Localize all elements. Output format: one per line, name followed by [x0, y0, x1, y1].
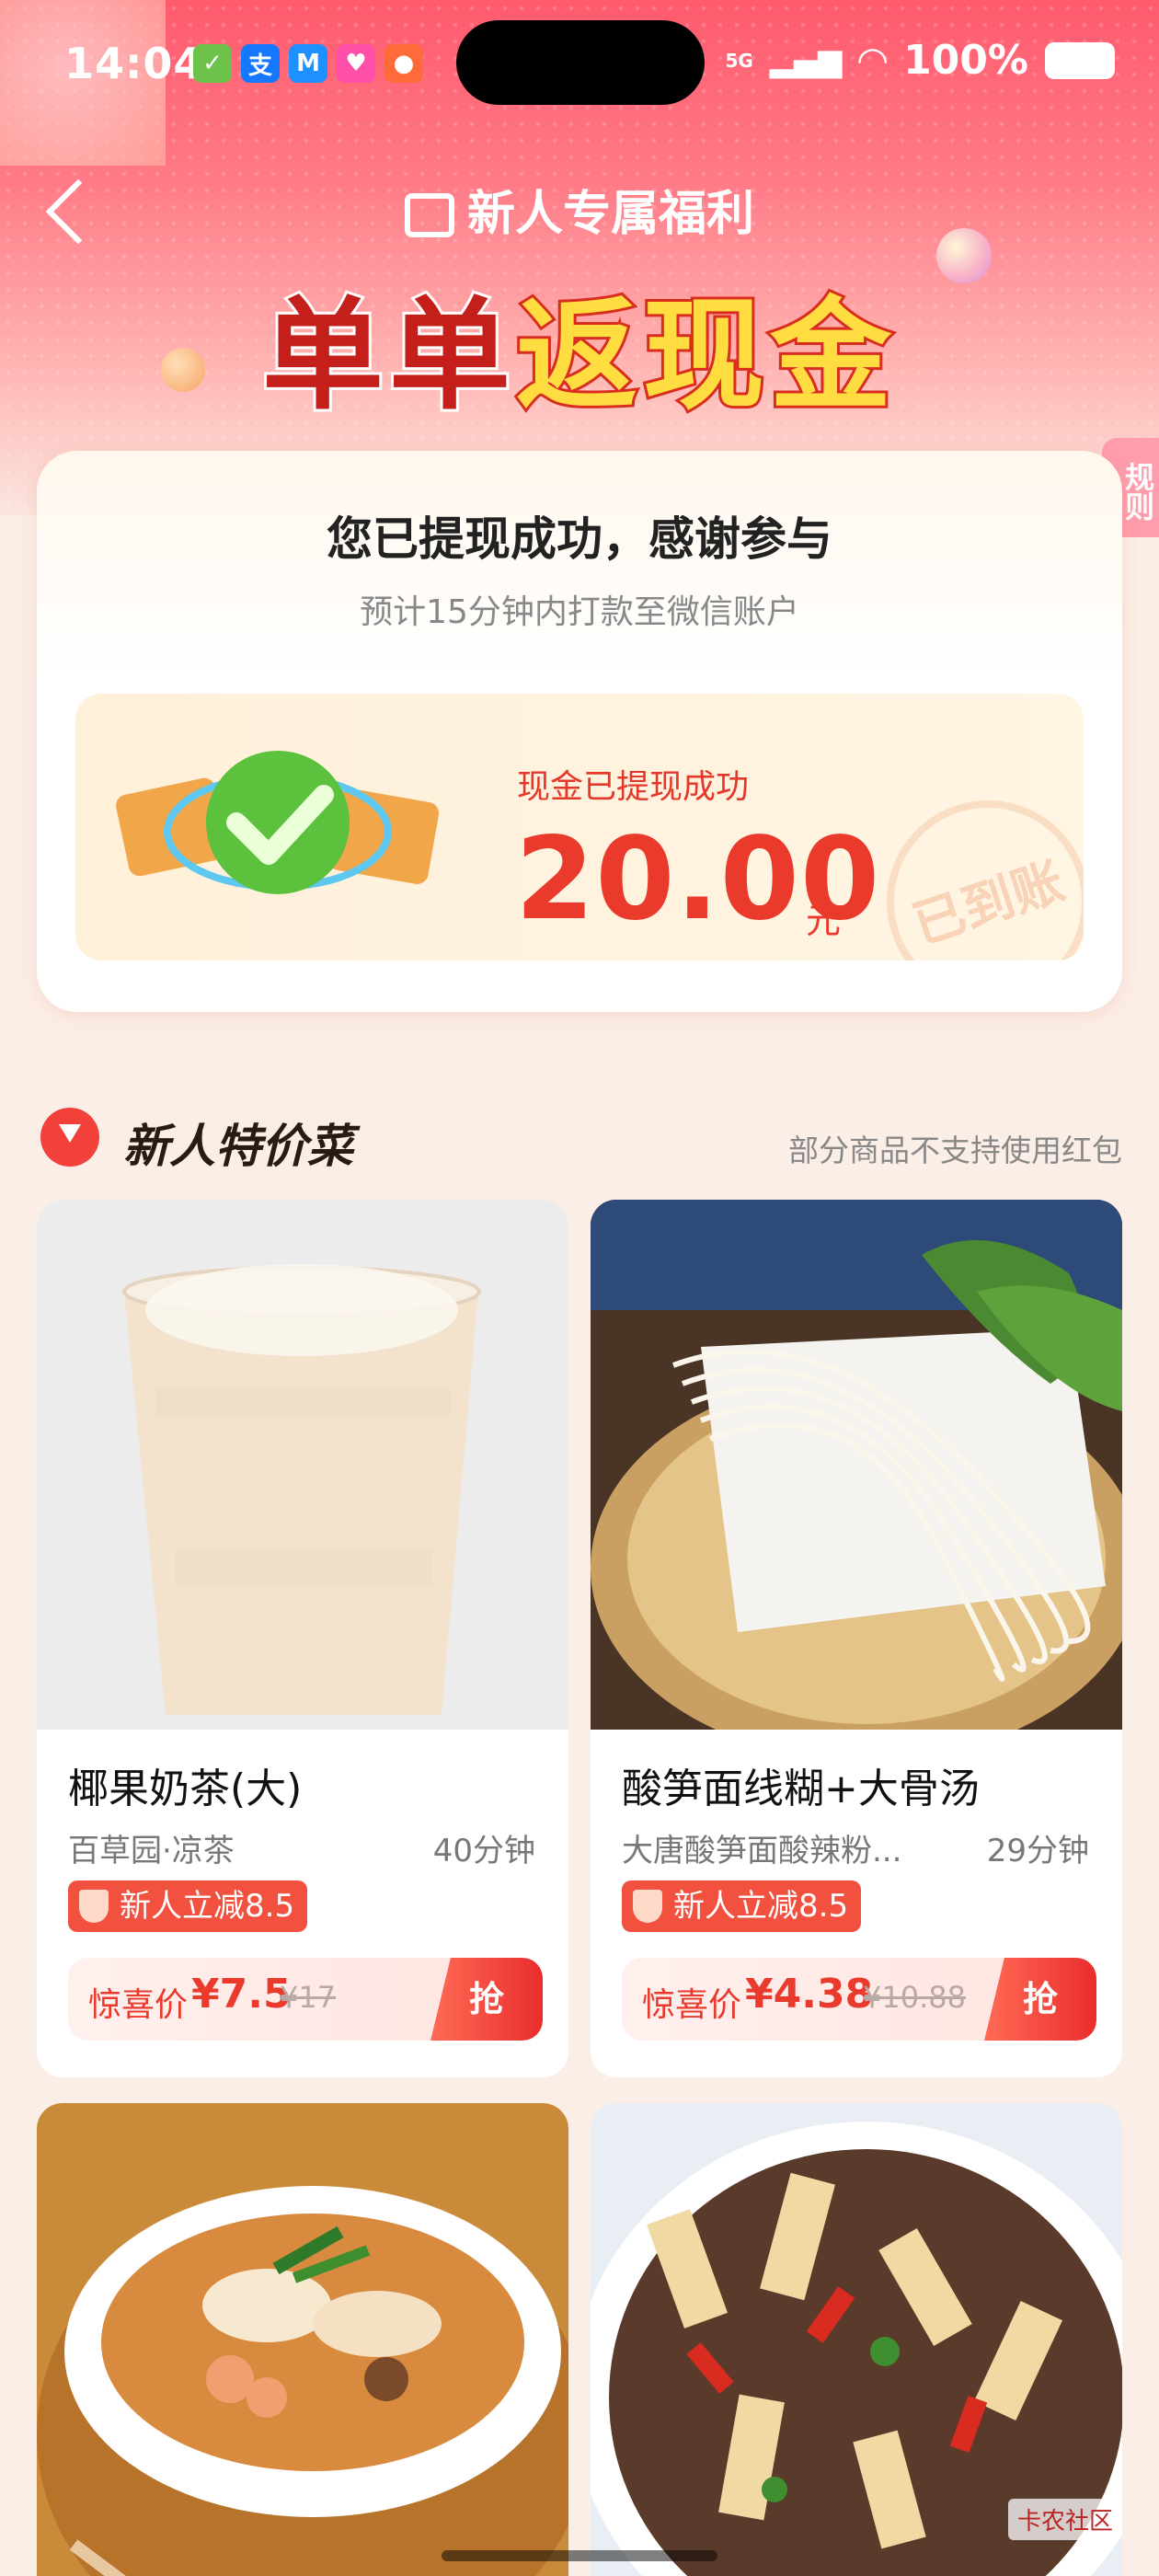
price-label: 惊喜价	[642, 1986, 742, 2024]
wifi-icon: ◠	[858, 39, 888, 82]
battery-icon	[1045, 41, 1115, 79]
badge-icon	[79, 1890, 109, 1923]
cash-label: 现金已提现成功	[517, 768, 750, 806]
price-bar: 惊喜价 ¥4.38 ¥10.88 抢	[622, 1958, 1096, 2041]
product-name: 酸笋面线糊+大骨汤	[622, 1765, 980, 1812]
section-note: 部分商品不支持使用红包	[788, 1133, 1122, 1168]
price-original: ¥10.88	[863, 1980, 966, 2015]
badge-icon	[633, 1890, 662, 1923]
mascot-icon: ●	[384, 44, 423, 83]
hero-subtitle-text: 新人专属福利	[466, 187, 754, 242]
delivery-time: 40分钟	[432, 1833, 535, 1869]
delivery-time: 29分钟	[986, 1833, 1089, 1869]
signal-icon: ▂▄▆	[769, 41, 843, 79]
wechat-pay-icon: ✓	[193, 44, 232, 83]
withdraw-success-card: 您已提现成功，感谢参与 预计15分钟内打款至微信账户 现金已提现成功 20.00…	[37, 451, 1122, 1012]
product-name: 椰果奶茶(大)	[68, 1765, 303, 1812]
section-title: 新人特价菜	[123, 1120, 353, 1173]
hero-title: 单单返现金	[0, 258, 1159, 433]
product-card[interactable]: 酸笋面线糊+大骨汤 大唐酸笋面酸辣粉... 29分钟 新人立减8.5 惊喜价 ¥…	[591, 1200, 1122, 2077]
grab-button[interactable]: 抢	[984, 1958, 1096, 2041]
status-time: 14:04	[64, 39, 204, 88]
product-image	[591, 1200, 1122, 1730]
product-card[interactable]	[37, 2103, 568, 2576]
status-right: 5G ▂▄▆ ◠ 100%	[725, 37, 1115, 84]
product-shop: 百草园·凉茶	[68, 1833, 235, 1869]
check-coin-icon	[116, 751, 440, 894]
network-indicator: 5G	[725, 49, 753, 72]
hero-subtitle: 新人专属福利	[0, 175, 1159, 244]
battery-text: 100%	[903, 37, 1028, 84]
badge-text: 新人立减8.5	[673, 1888, 849, 1925]
price-original: ¥17	[280, 1980, 337, 2015]
lele-icon: ♥	[337, 44, 375, 83]
success-title: 您已提现成功，感谢参与	[327, 512, 832, 566]
camera-notch	[456, 20, 705, 105]
price-now: ¥4.38	[745, 1971, 874, 2018]
notification-icons: ✓ 支 M ♥ ●	[193, 44, 423, 83]
discount-arrow-icon	[40, 1108, 99, 1167]
new-user-discount-badge: 新人立减8.5	[68, 1880, 308, 1932]
price-now: ¥7.5	[191, 1971, 292, 2018]
product-image	[37, 2103, 568, 2576]
hero-title-part2: 返现金	[513, 282, 897, 430]
cash-box: 现金已提现成功 20.00 元 已到账	[75, 694, 1084, 960]
gift-icon	[404, 193, 454, 237]
price-bar: 惊喜价 ¥7.5 ¥17 抢	[68, 1958, 543, 2041]
alipay-icon: 支	[241, 44, 280, 83]
new-user-discount-badge: 新人立减8.5	[622, 1880, 862, 1932]
watermark-logo: 卡农社区	[1007, 2499, 1122, 2540]
product-image	[37, 1200, 568, 1730]
hero-title-part1: 单单	[259, 282, 516, 430]
cash-unit: 元	[806, 901, 842, 941]
meituan-icon: M	[289, 44, 327, 83]
status-bar: 14:04 ✓ 支 M ♥ ● 5G ▂▄▆ ◠ 100%	[0, 0, 1159, 129]
badge-text: 新人立减8.5	[120, 1888, 295, 1925]
received-stamp: 已到账	[860, 774, 1084, 960]
product-card[interactable]: 椰果奶茶(大) 百草园·凉茶 40分钟 新人立减8.5 惊喜价 ¥7.5 ¥17…	[37, 1200, 568, 2077]
grab-button[interactable]: 抢	[430, 1958, 543, 2041]
product-shop: 大唐酸笋面酸辣粉...	[622, 1833, 902, 1869]
home-indicator[interactable]	[442, 2550, 717, 2561]
price-label: 惊喜价	[88, 1986, 189, 2024]
section-header: 新人特价菜 部分商品不支持使用红包	[40, 1102, 1122, 1176]
success-subtitle: 预计15分钟内打款至微信账户	[360, 593, 799, 631]
